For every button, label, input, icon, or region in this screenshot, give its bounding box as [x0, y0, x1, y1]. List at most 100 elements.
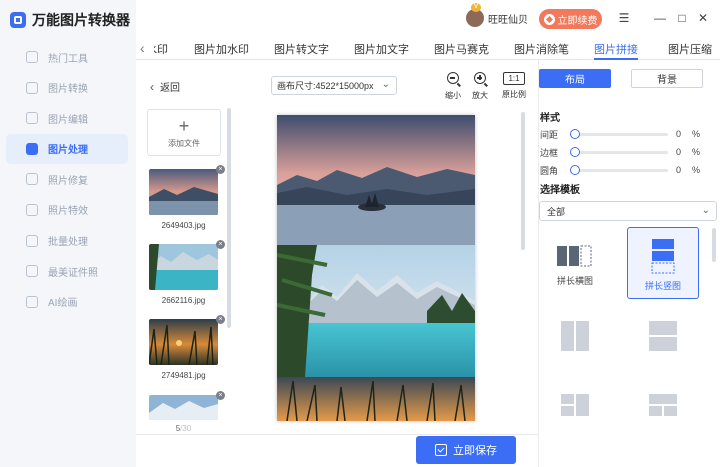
file-thumbnail[interactable]: [149, 244, 218, 290]
template-two-columns[interactable]: [539, 314, 611, 370]
minimize-icon[interactable]: —: [652, 10, 668, 26]
slider-knob[interactable]: [570, 146, 580, 157]
grass-sunset-thumb: [149, 319, 218, 365]
tab-add-watermark[interactable]: 图片加水印: [194, 41, 249, 57]
template-long-vertical[interactable]: 拼长竖图: [627, 227, 699, 299]
file-thumbnail[interactable]: [149, 395, 218, 420]
spacing-slider-row: 间距 0 %: [540, 128, 712, 140]
template-grid-a[interactable]: [539, 388, 611, 418]
sidebar: 万能图片转换器 热门工具 图片转换 图片编辑 图片处理 照片修复 照片特效 批量…: [0, 0, 136, 467]
zoom-handle: [457, 82, 461, 87]
tab-add-text[interactable]: 图片加文字: [354, 41, 409, 57]
template-grid-b[interactable]: [627, 388, 699, 418]
maximize-icon[interactable]: □: [674, 10, 690, 26]
slider-label: 间距: [540, 129, 559, 140]
template-label: 拼长横图: [556, 276, 593, 286]
canvas-scrollbar[interactable]: [521, 112, 525, 250]
remove-file-icon[interactable]: ×: [216, 165, 225, 174]
slider-value: 0: [676, 147, 682, 157]
slider-unit: %: [692, 147, 701, 157]
tab-image-stitch[interactable]: 图片拼接: [594, 41, 638, 57]
sidebar-item-batch[interactable]: 批量处理: [6, 226, 128, 256]
chevron-left-icon: ‹: [150, 79, 154, 94]
background-mode-button[interactable]: 背景: [631, 69, 703, 88]
spacing-slider[interactable]: [570, 128, 668, 139]
chevron-down-icon: ⌄: [381, 79, 390, 90]
sidebar-item-label: 图片处理: [48, 145, 88, 157]
file-list-scrollbar[interactable]: [227, 108, 231, 328]
app-logo-icon: [10, 12, 26, 28]
zoom-in-button[interactable]: 放大: [468, 72, 492, 101]
sidebar-item-label: 图片转换: [48, 84, 88, 96]
add-file-button[interactable]: + 添加文件: [147, 109, 221, 156]
slider-knob[interactable]: [570, 164, 580, 175]
sidebar-item-label: 热门工具: [48, 53, 88, 65]
remove-file-icon[interactable]: ×: [216, 240, 225, 249]
slider-unit: %: [692, 165, 701, 175]
corner-slider[interactable]: [570, 164, 668, 175]
panel-scrollbar[interactable]: [712, 228, 716, 262]
border-slider[interactable]: [570, 146, 668, 157]
file-name: 2749481.jpg: [161, 371, 206, 380]
sidebar-item-id-photo[interactable]: 最美证件照: [6, 256, 128, 286]
stitch-canvas[interactable]: [277, 115, 475, 421]
back-button[interactable]: ‹ 返回: [150, 79, 180, 95]
vip-badge: V: [471, 3, 481, 12]
user-info[interactable]: V 旺旺仙贝: [466, 3, 528, 27]
sidebar-item-photo-repair[interactable]: 照片修复: [6, 164, 128, 194]
edit-icon: [26, 112, 38, 125]
tab-mosaic[interactable]: 图片马赛克: [434, 41, 489, 57]
original-ratio-button[interactable]: 1:1 原比例: [502, 72, 526, 100]
add-file-label: 添加文件: [168, 138, 200, 148]
close-icon[interactable]: ✕: [695, 10, 711, 26]
slider-value: 0: [676, 129, 682, 139]
remove-file-icon[interactable]: ×: [216, 391, 225, 400]
app-title: 万能图片转换器: [10, 10, 130, 30]
template-category-select[interactable]: 全部 ⌄: [539, 201, 717, 221]
tool-tabs: ‹ 水印 图片加水印 图片转文字 图片加文字 图片马赛克 图片消除笔 图片拼接 …: [136, 38, 720, 60]
template-section-title: 选择模板: [540, 185, 580, 196]
renew-button[interactable]: 立即续费: [539, 9, 602, 29]
sidebar-item-label: 照片修复: [48, 175, 88, 187]
sidebar-item-label: 照片特效: [48, 206, 88, 218]
save-button[interactable]: 立即保存: [416, 436, 516, 464]
sidebar-item-image-convert[interactable]: 图片转换: [6, 73, 128, 103]
tab-watermark[interactable]: 水印: [154, 41, 168, 57]
sidebar-item-image-process[interactable]: 图片处理: [6, 133, 128, 164]
slider-knob[interactable]: [570, 128, 580, 139]
menu-icon[interactable]: ☰: [616, 10, 632, 26]
sidebar-item-label: 图片编辑: [48, 114, 88, 126]
layout-mode-button[interactable]: 布局: [539, 69, 611, 88]
canvas-size-select[interactable]: 画布尺寸:4522*15000px ⌄: [271, 76, 397, 95]
file-thumbnail[interactable]: [149, 169, 218, 215]
tab-image-to-text[interactable]: 图片转文字: [274, 41, 329, 57]
style-section-title: 样式: [540, 113, 560, 124]
sidebar-item-label: 批量处理: [48, 237, 88, 249]
zoom-out-button[interactable]: 缩小: [441, 72, 465, 101]
tabs-prev-icon[interactable]: ‹: [140, 40, 145, 56]
zoom-handle: [484, 82, 488, 87]
zoom-out-label: 缩小: [445, 91, 461, 100]
vertical-stitch-icon: [651, 239, 675, 274]
template-two-rows[interactable]: [627, 314, 699, 370]
sidebar-nav: 热门工具 图片转换 图片编辑 图片处理 照片修复 照片特效 批量处理 最美证件照…: [6, 42, 128, 317]
ratio-label: 原比例: [502, 90, 526, 99]
sidebar-item-label: 最美证件照: [48, 267, 98, 279]
file-thumbnail[interactable]: [149, 319, 218, 365]
active-tab-underline: [594, 58, 638, 60]
template-label: 拼长竖图: [644, 281, 681, 291]
sidebar-item-hot-tools[interactable]: 热门工具: [6, 42, 128, 72]
renew-label: 立即续费: [557, 15, 598, 27]
sidebar-item-image-edit[interactable]: 图片编辑: [6, 103, 128, 133]
image-process-icon: [26, 142, 38, 155]
template-long-horizontal[interactable]: 拼长横图: [539, 228, 611, 300]
page-counter: 5/30: [149, 424, 218, 433]
sidebar-item-photo-effects[interactable]: 照片特效: [6, 195, 128, 225]
tab-eraser[interactable]: 图片消除笔: [514, 41, 569, 57]
back-label: 返回: [160, 83, 180, 94]
chevron-down-icon: ⌄: [701, 205, 710, 216]
sidebar-item-ai-paint[interactable]: AI绘画: [6, 287, 128, 317]
save-label: 立即保存: [453, 445, 497, 457]
tab-compress[interactable]: 图片压缩: [668, 41, 712, 57]
remove-file-icon[interactable]: ×: [216, 315, 225, 324]
